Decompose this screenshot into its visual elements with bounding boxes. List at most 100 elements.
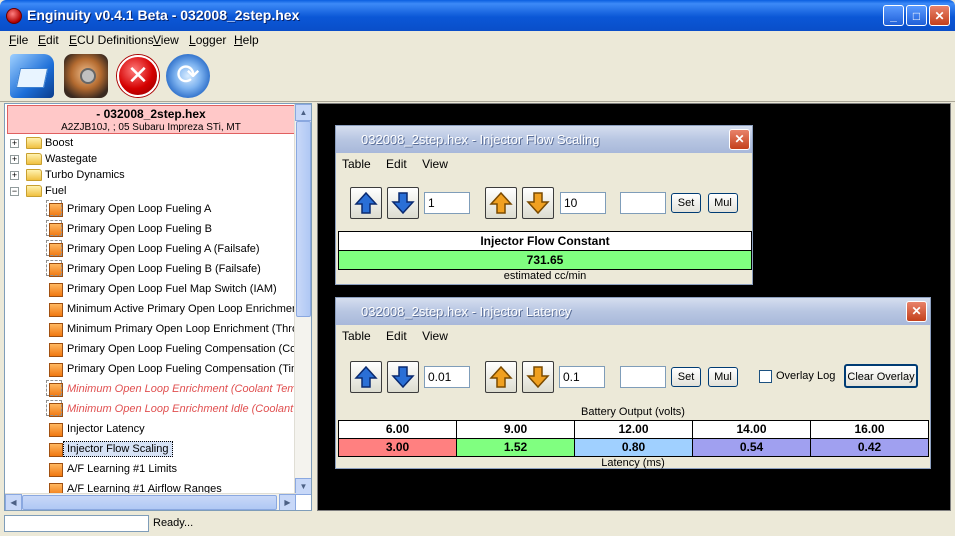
decrement-button[interactable] — [387, 361, 419, 393]
mul-button[interactable]: Mul — [708, 193, 738, 213]
menu-help[interactable]: Help — [234, 33, 259, 47]
tree-item[interactable]: Primary Open Loop Fueling A (Failsafe) — [5, 240, 295, 260]
close-icon[interactable]: ✕ — [729, 129, 750, 150]
menu-file[interactable]: File — [9, 33, 28, 47]
window-menu: Table Edit View — [342, 329, 460, 343]
clear-overlay-button[interactable]: Clear Overlay — [844, 364, 918, 388]
increment-value-field[interactable]: 1 — [424, 192, 470, 214]
tree-item[interactable]: Minimum Active Primary Open Loop Enrichm… — [5, 300, 301, 320]
tree-item[interactable]: Minimum Open Loop Enrichment Idle (Coola… — [5, 400, 308, 420]
menu-edit[interactable]: Edit — [386, 157, 407, 171]
tree-horizontal-scroll-thumb[interactable] — [22, 495, 277, 510]
table-icon — [46, 260, 63, 277]
menu-view[interactable]: View — [153, 33, 179, 47]
table-cell[interactable]: 0.42 — [810, 438, 929, 457]
tree-item-label: Minimum Active Primary Open Loop Enrichm… — [67, 303, 302, 315]
tree-category-turbo-dynamics[interactable]: + Turbo Dynamics — [5, 168, 295, 184]
set-value-field[interactable] — [620, 366, 666, 388]
window-title: Enginuity v0.4.1 Beta - 032008_2step.hex — [27, 7, 300, 23]
close-icon[interactable]: ✕ — [906, 301, 927, 322]
coarse-increment-button[interactable] — [485, 361, 517, 393]
tree-item[interactable]: A/F Learning #1 Limits — [5, 460, 295, 480]
rom-tree[interactable]: - 032008_2step.hex A2ZJB10J, ; 05 Subaru… — [4, 103, 312, 511]
menu-edit[interactable]: Edit — [38, 33, 59, 47]
tree-item[interactable]: Primary Open Loop Fueling A — [5, 200, 295, 220]
menu-view[interactable]: View — [422, 329, 448, 343]
increment-button[interactable] — [350, 187, 382, 219]
collapse-icon[interactable]: − — [10, 187, 19, 196]
scroll-right-icon[interactable]: ▶ — [279, 494, 296, 510]
coarse-increment-button[interactable] — [485, 187, 517, 219]
scroll-up-icon[interactable]: ▲ — [295, 104, 311, 121]
table-cell[interactable]: 0.80 — [574, 438, 693, 457]
tree-item[interactable]: Primary Open Loop Fueling Compensation (… — [5, 340, 305, 360]
decrement-button[interactable] — [387, 187, 419, 219]
tree-item[interactable]: Primary Open Loop Fuel Map Switch (IAM) — [5, 280, 295, 300]
coarse-value-field[interactable]: 10 — [560, 192, 606, 214]
table-icon — [46, 240, 63, 257]
increment-value-field[interactable]: 0.01 — [424, 366, 470, 388]
save-rom-icon[interactable] — [64, 54, 108, 98]
tree-item[interactable]: Minimum Primary Open Loop Enrichment (Th… — [5, 320, 304, 340]
coarse-decrement-button[interactable] — [522, 187, 554, 219]
tree-item[interactable]: Injector Flow Scaling — [5, 440, 295, 460]
tree-label: Wastegate — [45, 153, 98, 165]
tree-item[interactable]: Primary Open Loop Fueling B — [5, 220, 295, 240]
close-rom-icon[interactable]: ✕ — [117, 55, 159, 97]
tree-vertical-scroll-thumb[interactable] — [296, 121, 311, 317]
rom-title: - 032008_2step.hex — [96, 107, 206, 121]
increment-button[interactable] — [350, 361, 382, 393]
scroll-down-icon[interactable]: ▼ — [295, 478, 311, 495]
refresh-icon[interactable]: ⟳ — [166, 54, 210, 98]
menu-ecu-definitions[interactable]: ECU Definitions — [69, 33, 154, 47]
maximize-button[interactable]: □ — [906, 5, 927, 26]
table-cell[interactable]: 0.54 — [692, 438, 811, 457]
tree-horizontal-scrollbar[interactable]: ◀ ▶ — [5, 493, 296, 510]
set-button[interactable]: Set — [671, 367, 701, 387]
scroll-left-icon[interactable]: ◀ — [5, 494, 22, 510]
table-icon — [46, 380, 63, 397]
menu-table[interactable]: Table — [342, 329, 371, 343]
tree-category-boost[interactable]: + Boost — [5, 136, 295, 152]
rom-header[interactable]: - 032008_2step.hex A2ZJB10J, ; 05 Subaru… — [7, 105, 295, 134]
tree-item[interactable]: Minimum Open Loop Enrichment (Coolant Te… — [5, 380, 306, 400]
table-cell[interactable]: 731.65 — [338, 250, 752, 270]
arrow-down-icon — [391, 366, 415, 389]
set-button[interactable]: Set — [671, 193, 701, 213]
tree-item[interactable]: Primary Open Loop Fueling Compensation (… — [5, 360, 309, 380]
tree-item-label: Minimum Primary Open Loop Enrichment (Th… — [67, 323, 305, 335]
window-title-bar[interactable]: 032008_2step.hex - Injector Flow Scaling… — [336, 126, 752, 153]
mul-button[interactable]: Mul — [708, 367, 738, 387]
menu-bar: File Edit ECU Definitions View Logger He… — [0, 31, 955, 50]
overlay-log-checkbox[interactable] — [759, 370, 772, 383]
expand-icon[interactable]: + — [10, 139, 19, 148]
tree-vertical-scrollbar[interactable]: ▲ ▼ — [294, 104, 311, 495]
arrow-down-icon — [526, 366, 550, 389]
open-rom-icon[interactable] — [10, 54, 54, 98]
menu-logger[interactable]: Logger — [189, 33, 226, 47]
tree-item-label: A/F Learning #1 Limits — [67, 463, 178, 475]
menu-edit[interactable]: Edit — [386, 329, 407, 343]
coarse-value-field[interactable]: 0.1 — [559, 366, 605, 388]
set-value-field[interactable] — [620, 192, 666, 214]
table-cell[interactable]: 1.52 — [456, 438, 575, 457]
tree-item[interactable]: Primary Open Loop Fueling B (Failsafe) — [5, 260, 295, 280]
close-window-button[interactable]: ✕ — [929, 5, 950, 26]
tree-label: Fuel — [45, 185, 67, 197]
coarse-decrement-button[interactable] — [522, 361, 554, 393]
x-axis-cell: 16.00 — [810, 420, 929, 439]
tree-category-fuel[interactable]: − Fuel — [5, 184, 295, 200]
menu-view[interactable]: View — [422, 157, 448, 171]
expand-icon[interactable]: + — [10, 155, 19, 164]
expand-icon[interactable]: + — [10, 171, 19, 180]
window-title-bar[interactable]: 032008_2step.hex - Injector Latency ✕ — [336, 298, 930, 325]
minimize-button[interactable]: _ — [883, 5, 904, 26]
rom-subtitle: A2ZJB10J, ; 05 Subaru Impreza STi, MT — [61, 122, 241, 133]
tree-item[interactable]: Injector Latency — [5, 420, 295, 440]
table-icon — [49, 343, 63, 357]
tree-label: Boost — [45, 137, 74, 149]
overlay-log-label: Overlay Log — [776, 370, 836, 382]
tree-category-wastegate[interactable]: + Wastegate — [5, 152, 295, 168]
table-cell[interactable]: 3.00 — [338, 438, 457, 457]
menu-table[interactable]: Table — [342, 157, 371, 171]
